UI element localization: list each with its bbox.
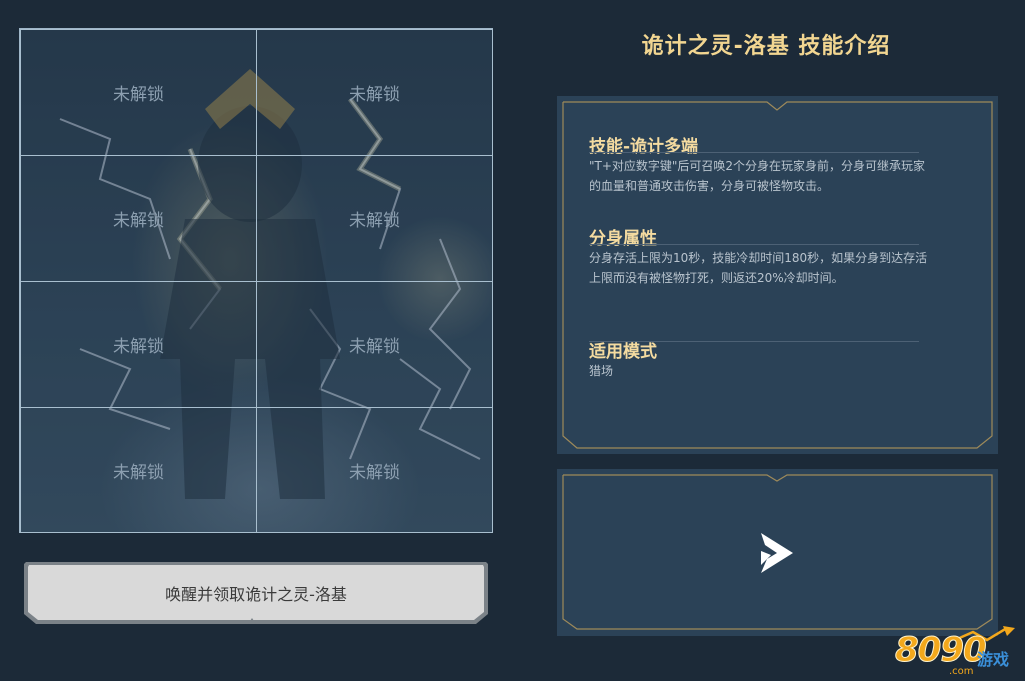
awaken-button[interactable]: 唤醒并领取诡计之灵-洛基 xyxy=(22,560,490,626)
page-title: 诡计之灵-洛基 技能介绍 xyxy=(641,34,891,59)
puzzle-cell-3: 未解锁 xyxy=(20,155,257,282)
puzzle-cell-5: 未解锁 xyxy=(20,281,257,408)
skill-info-panel: 技能-诡计多端 "T+对应数字键"后可召唤2个分身在玩家身前，分身可继承玩家的血… xyxy=(557,96,998,454)
skill-1-divider xyxy=(589,152,919,153)
logo-sub: 游戏 xyxy=(977,650,1010,669)
puzzle-cell-1: 未解锁 xyxy=(20,29,257,156)
skill-1-title: 技能-诡计多端 xyxy=(589,137,699,157)
skill-2-divider xyxy=(589,244,919,245)
logo-brand: 8090 xyxy=(895,630,988,671)
skill-1-text: "T+对应数字键"后可召唤2个分身在玩家身前，分身可继承玩家的血量和普通攻击伤害… xyxy=(589,159,926,193)
logo-domain: .com xyxy=(949,666,974,677)
brand-logo: 8090 游戏 .com xyxy=(895,626,1020,678)
puzzle-grid: 未解锁 未解锁 未解锁 未解锁 未解锁 未解锁 未解锁 未解锁 xyxy=(19,28,493,533)
puzzle-cell-8: 未解锁 xyxy=(256,407,493,533)
puzzle-cell-6: 未解锁 xyxy=(256,281,493,408)
puzzle-cell-2: 未解锁 xyxy=(256,29,493,156)
puzzle-cell-7: 未解锁 xyxy=(20,407,257,533)
skill-2-text: 分身存活上限为10秒，技能冷却时间180秒，如果分身到达存活上限而没有被怪物打死… xyxy=(589,251,928,285)
awaken-button-label: 唤醒并领取诡计之灵-洛基 xyxy=(165,585,347,604)
skill-2-title: 分身属性 xyxy=(589,229,657,249)
video-panel[interactable] xyxy=(557,469,998,636)
skill-3-divider xyxy=(589,341,919,342)
skill-3-text: 猎场 xyxy=(589,364,614,378)
page: { "puzzle": { "cells": [ {"label": "未解锁"… xyxy=(0,0,1025,681)
play-icon[interactable] xyxy=(757,531,797,575)
puzzle-cell-4: 未解锁 xyxy=(256,155,493,282)
